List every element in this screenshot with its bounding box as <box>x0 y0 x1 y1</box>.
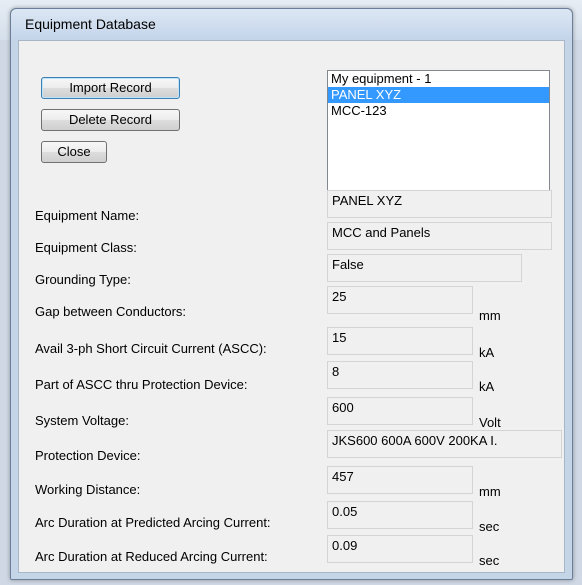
arc-reduced-unit: sec <box>479 553 500 568</box>
record-list[interactable]: My equipment - 1 PANEL XYZ MCC-123 <box>327 70 550 193</box>
voltage-label: System Voltage: <box>35 413 129 428</box>
protection-device-field[interactable]: JKS600 600A 600V 200KA I. <box>327 430 562 458</box>
list-item[interactable]: My equipment - 1 <box>328 71 549 87</box>
ascc-part-field[interactable]: 8 <box>327 361 473 389</box>
equipment-name-label: Equipment Name: <box>35 208 140 223</box>
working-distance-label: Working Distance: <box>35 482 141 497</box>
close-button[interactable]: Close <box>41 141 107 163</box>
window-title: Equipment Database <box>25 16 156 32</box>
arc-predicted-label: Arc Duration at Predicted Arcing Current… <box>35 515 271 530</box>
equipment-database-dialog: Equipment Database Import Record Delete … <box>10 8 573 580</box>
list-item-selected[interactable]: PANEL XYZ <box>328 87 549 103</box>
grounding-type-field[interactable]: False <box>327 254 522 282</box>
equipment-class-label: Equipment Class: <box>35 240 137 255</box>
ascc-field[interactable]: 15 <box>327 327 473 355</box>
voltage-field[interactable]: 600 <box>327 397 473 425</box>
delete-record-button[interactable]: Delete Record <box>41 109 180 131</box>
equipment-name-field[interactable]: PANEL XYZ <box>327 190 552 218</box>
ascc-part-unit: kA <box>479 379 495 394</box>
grounding-type-label: Grounding Type: <box>35 272 131 287</box>
arc-reduced-field[interactable]: 0.09 <box>327 535 473 563</box>
protection-device-label: Protection Device: <box>35 448 141 463</box>
gap-unit: mm <box>479 308 501 323</box>
gap-field[interactable]: 25 <box>327 286 473 314</box>
ascc-unit: kA <box>479 345 495 360</box>
arc-reduced-label: Arc Duration at Reduced Arcing Current: <box>35 549 268 564</box>
equipment-class-field[interactable]: MCC and Panels <box>327 222 552 250</box>
list-item[interactable]: MCC-123 <box>328 103 549 119</box>
working-distance-field[interactable]: 457 <box>327 466 473 494</box>
working-distance-unit: mm <box>479 484 501 499</box>
import-record-button[interactable]: Import Record <box>41 77 180 99</box>
ascc-label: Avail 3-ph Short Circuit Current (ASCC): <box>35 341 267 356</box>
gap-label: Gap between Conductors: <box>35 304 187 319</box>
dialog-body: Import Record Delete Record Close My equ… <box>18 40 565 573</box>
title-bar[interactable]: Equipment Database <box>11 9 572 39</box>
voltage-unit: Volt <box>479 415 501 430</box>
arc-predicted-field[interactable]: 0.05 <box>327 501 473 529</box>
arc-predicted-unit: sec <box>479 519 500 534</box>
ascc-part-label: Part of ASCC thru Protection Device: <box>35 377 248 392</box>
